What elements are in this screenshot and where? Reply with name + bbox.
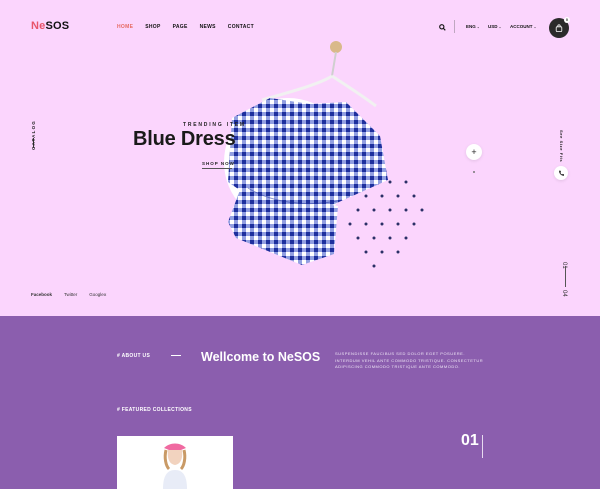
cart-count-badge: 0 (564, 17, 570, 23)
slide-total: 04 (561, 290, 567, 297)
nav-home[interactable]: HOME (117, 24, 133, 30)
hero-section: NeSOS HOME SHOP PAGE NEWS CONTACT ENG ⌄ … (0, 0, 600, 316)
nav-page[interactable]: PAGE (173, 24, 188, 30)
about-text: SUSPENDISSE FAUCIBUS SED DOLOR EGET POSU… (335, 351, 484, 369)
add-to-cart-button[interactable] (466, 144, 482, 160)
facebook-link[interactable]: Facebook (31, 292, 52, 298)
logo[interactable]: NeSOS (31, 20, 69, 32)
about-label: # ABOUT US (117, 353, 151, 359)
about-section (0, 316, 600, 489)
collection-divider (482, 435, 483, 458)
catalog-label[interactable]: CATALOG (31, 120, 36, 150)
main-nav: HOME SHOP PAGE NEWS CONTACT (117, 24, 254, 30)
cart-button[interactable]: 0 (549, 17, 570, 38)
hotspot-dot (473, 171, 475, 173)
twitter-link[interactable]: Twitter (64, 292, 77, 298)
collection-number: 01 (461, 432, 479, 449)
currency-select[interactable]: USD ⌄ (488, 24, 501, 29)
bag-icon (555, 24, 563, 32)
product-model-image (117, 436, 233, 489)
nav-news[interactable]: NEWS (200, 24, 216, 30)
google-link[interactable]: Googleⅹ (89, 292, 106, 298)
hero-product-image (224, 41, 424, 268)
slide-progress-line (565, 266, 566, 287)
nav-contact[interactable]: CONTACT (228, 24, 254, 30)
phone-icon (559, 170, 564, 176)
size-guide-link[interactable]: See Size Fits (559, 130, 564, 162)
shop-now-button[interactable]: SHOP NOW (202, 161, 235, 166)
language-select[interactable]: ENG ⌄ (466, 24, 480, 29)
search-icon[interactable] (439, 24, 446, 31)
about-divider (171, 355, 181, 356)
nav-shop[interactable]: SHOP (145, 24, 160, 30)
account-menu[interactable]: ACCOUNT ⌄ (510, 24, 536, 29)
slide-current: 01 (561, 262, 567, 269)
featured-label: # FEATURED COLLECTIONS (117, 407, 192, 413)
phone-button[interactable] (554, 166, 568, 180)
hero-title: Blue Dress (133, 128, 236, 150)
featured-product-card[interactable] (117, 436, 233, 489)
social-links: Facebook Twitter Googleⅹ (31, 292, 106, 298)
welcome-heading: Wellcome to NeSOS (201, 350, 321, 364)
header-divider (454, 20, 455, 33)
shop-now-underline (202, 168, 232, 169)
